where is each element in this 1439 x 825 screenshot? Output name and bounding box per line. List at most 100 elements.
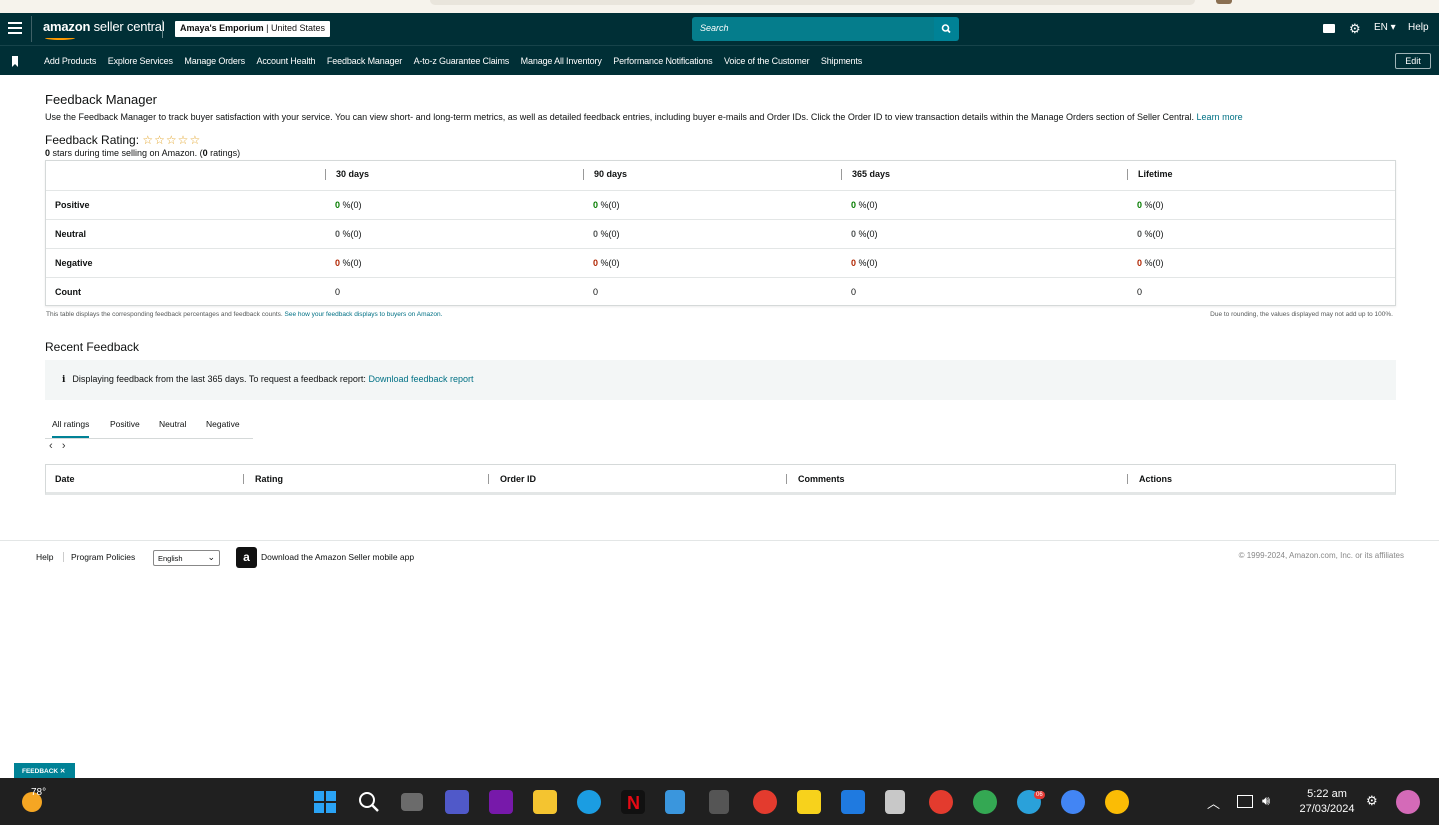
- chevron-right-icon[interactable]: ›: [62, 440, 66, 452]
- nav-voice-of-customer[interactable]: Voice of the Customer: [724, 56, 810, 66]
- sticky-notes-icon[interactable]: [797, 790, 821, 814]
- footer-mobile-app-link[interactable]: Download the Amazon Seller mobile app: [261, 552, 414, 562]
- search-button[interactable]: [934, 17, 959, 41]
- svg-text:N: N: [627, 793, 640, 813]
- count-90-days: 0: [593, 287, 599, 297]
- tab-positive[interactable]: Positive: [110, 419, 140, 429]
- table-note-text: This table displays the corresponding fe…: [46, 311, 283, 318]
- store-switcher[interactable]: Amaya's Emporium | United States: [175, 21, 331, 37]
- download-feedback-report-link[interactable]: Download feedback report: [368, 374, 473, 384]
- volume-icon[interactable]: 🔊︎: [1262, 793, 1270, 809]
- feedback-display-link[interactable]: See how your feedback displays to buyers…: [285, 311, 443, 318]
- help-link[interactable]: Help: [1408, 22, 1429, 33]
- logo-seller-central: seller central: [90, 19, 165, 34]
- footer-help-link[interactable]: Help: [36, 552, 53, 562]
- nav-manage-all-inventory[interactable]: Manage All Inventory: [521, 56, 602, 66]
- tab-negative[interactable]: Negative: [206, 419, 240, 429]
- nav-performance-notifications[interactable]: Performance Notifications: [613, 56, 712, 66]
- browser-address-edge: [430, 0, 1195, 5]
- chrome-icon[interactable]: [753, 790, 777, 814]
- search-icon[interactable]: [357, 790, 381, 814]
- neutral-90-days: 0 %(0): [593, 229, 620, 239]
- bookmark-icon[interactable]: [12, 56, 18, 67]
- table-row: Positive 0 %(0) 0 %(0) 0 %(0) 0 %(0): [46, 190, 1395, 219]
- negative-lifetime-suffix: %(0): [1142, 258, 1164, 268]
- nav-account-health[interactable]: Account Health: [256, 56, 315, 66]
- search-input[interactable]: Search: [692, 17, 934, 41]
- chrome-profile-icon[interactable]: [1061, 790, 1085, 814]
- amazon-app-icon[interactable]: a: [236, 547, 257, 568]
- row-label-positive: Positive: [55, 200, 90, 210]
- edge-icon[interactable]: [577, 790, 601, 814]
- mail-icon[interactable]: [1323, 24, 1335, 33]
- snipping-tool-icon[interactable]: [885, 790, 905, 814]
- count-30-days: 0: [335, 287, 341, 297]
- nav-explore-services[interactable]: Explore Services: [108, 56, 173, 66]
- search-icon: [941, 24, 951, 34]
- notifications-icon[interactable]: ⚙: [1366, 793, 1378, 809]
- nav-manage-orders[interactable]: Manage Orders: [184, 56, 245, 66]
- count-365-days: 0: [851, 287, 857, 297]
- negative-30-days: 0 %(0): [335, 258, 362, 268]
- chrome-profile-icon[interactable]: [929, 790, 953, 814]
- chevron-left-icon[interactable]: ‹: [49, 440, 53, 452]
- tab-neutral[interactable]: Neutral: [159, 419, 186, 429]
- nav-links: Add Products Explore Services Manage Ord…: [44, 56, 874, 66]
- windows-start-icon[interactable]: [313, 790, 337, 814]
- notepad-icon[interactable]: [665, 790, 685, 814]
- neutral-30-days: 0 %(0): [335, 229, 362, 239]
- tab-all-ratings[interactable]: All ratings: [52, 419, 90, 438]
- network-icon[interactable]: [1237, 795, 1253, 808]
- row-label-neutral: Neutral: [55, 229, 87, 239]
- windows-taskbar: 78° N 06 ︿ 🔊︎ 5:22 am 27/03/2024 ⚙: [0, 778, 1439, 825]
- calculator-icon[interactable]: [709, 790, 729, 814]
- nav-feedback-manager[interactable]: Feedback Manager: [327, 56, 402, 66]
- rating-summary: 0 stars during time selling on Amazon. (…: [45, 148, 240, 158]
- copilot-icon[interactable]: [1396, 790, 1420, 814]
- negative-365-days: 0 %(0): [851, 258, 878, 268]
- system-clock[interactable]: 5:22 am 27/03/2024: [1292, 787, 1362, 817]
- nav-add-products[interactable]: Add Products: [44, 56, 96, 66]
- task-view-icon[interactable]: [401, 793, 423, 811]
- tab-scroll-arrows: ‹ ›: [49, 440, 66, 452]
- netflix-icon[interactable]: N: [621, 790, 645, 814]
- chrome-profile-icon[interactable]: [973, 790, 997, 814]
- onenote-icon[interactable]: [489, 790, 513, 814]
- col-lifetime: Lifetime: [1127, 169, 1173, 180]
- chevron-up-icon[interactable]: ︿: [1207, 793, 1220, 812]
- positive-90-days: 0 %(0): [593, 200, 620, 210]
- footer-program-policies-link[interactable]: Program Policies: [63, 552, 135, 562]
- clock-time: 5:22 am: [1307, 788, 1347, 800]
- remote-app-icon[interactable]: [841, 790, 865, 814]
- nav-shipments[interactable]: Shipments: [821, 56, 862, 66]
- language-selector[interactable]: EN ▾: [1374, 22, 1396, 33]
- footer-copyright: © 1999-2024, Amazon.com, Inc. or its aff…: [1238, 551, 1404, 560]
- feedback-tab[interactable]: FEEDBACK ✕: [14, 763, 75, 778]
- gear-icon[interactable]: ⚙: [1349, 22, 1361, 35]
- chrome-profile-icon[interactable]: [1105, 790, 1129, 814]
- positive-90-suffix: %(0): [598, 200, 620, 210]
- rating-summary-text: stars during time selling on Amazon. (: [50, 148, 203, 158]
- rating-tabs: All ratings Positive Neutral Negative: [45, 409, 253, 439]
- edit-nav-button[interactable]: Edit: [1395, 53, 1431, 69]
- col-90-days: 90 days: [583, 169, 627, 180]
- neutral-30-suffix: %(0): [340, 229, 362, 239]
- hamburger-menu-icon[interactable]: [8, 22, 22, 36]
- header-divider: [31, 16, 32, 42]
- nav-a-to-z-claims[interactable]: A-to-z Guarantee Claims: [414, 56, 510, 66]
- footer-language-select[interactable]: English ⌄: [153, 550, 220, 566]
- chevron-down-icon: ⌄: [207, 552, 215, 562]
- learn-more-link[interactable]: Learn more: [1197, 112, 1243, 122]
- negative-lifetime: 0 %(0): [1137, 258, 1164, 268]
- star-rating-icon: ☆☆☆☆☆: [142, 133, 202, 147]
- negative-90-days: 0 %(0): [593, 258, 620, 268]
- teams-icon[interactable]: [445, 790, 469, 814]
- feedback-rating-label: Feedback Rating:: [45, 133, 140, 147]
- row-label-count: Count: [55, 287, 81, 297]
- footer-language-value: English: [158, 554, 183, 563]
- info-alert: i Displaying feedback from the last 365 d…: [45, 360, 1396, 400]
- file-explorer-icon[interactable]: [533, 790, 557, 814]
- seller-central-logo[interactable]: amazon seller central: [43, 19, 165, 40]
- browser-extension-edge: [1216, 0, 1232, 4]
- logo-smile-icon: [45, 36, 75, 40]
